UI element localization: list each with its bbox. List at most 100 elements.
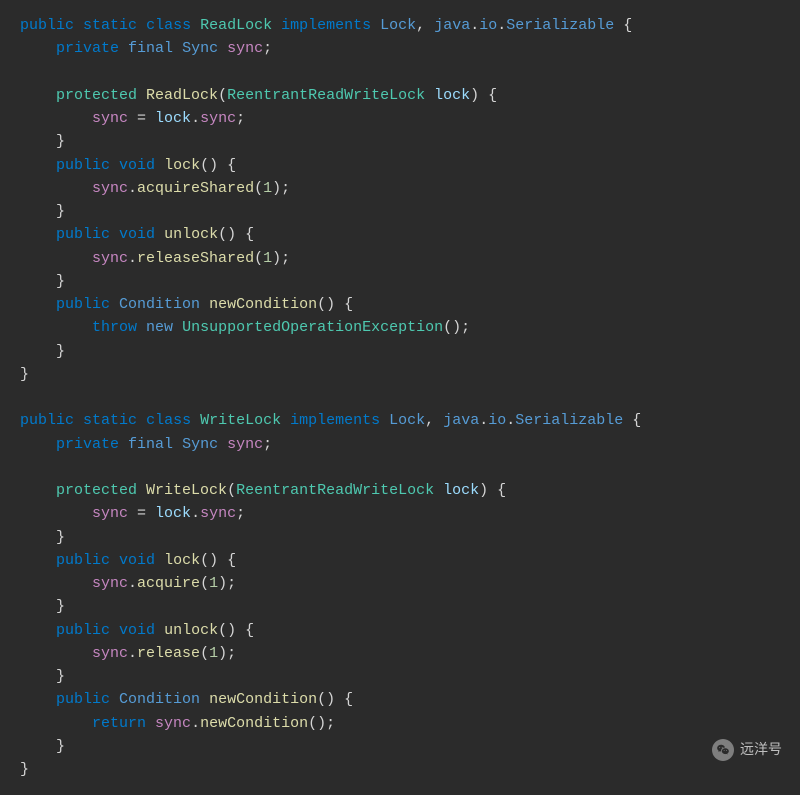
code-token: = — [128, 110, 155, 127]
code-token: ReadLock — [146, 87, 218, 104]
code-token: () { — [317, 691, 353, 708]
code-token — [110, 622, 119, 639]
code-token: newCondition — [209, 296, 317, 313]
code-token: releaseShared — [137, 250, 254, 267]
code-token: public — [20, 17, 74, 34]
code-token: public — [20, 412, 74, 429]
code-token: public — [56, 296, 110, 313]
code-token — [20, 482, 56, 499]
code-token: void — [119, 226, 155, 243]
code-token: } — [20, 366, 29, 383]
code-token: . — [191, 715, 200, 732]
code-token — [20, 575, 92, 592]
code-token — [110, 691, 119, 708]
code-token — [20, 40, 56, 57]
code-token — [20, 157, 56, 174]
code-token: void — [119, 552, 155, 569]
code-token: static — [83, 412, 137, 429]
code-token — [425, 87, 434, 104]
code-token: Condition — [119, 296, 200, 313]
code-token: ( — [254, 250, 263, 267]
code-token: lock — [443, 482, 479, 499]
code-token: ); — [272, 250, 290, 267]
code-token: protected — [56, 87, 137, 104]
code-token: ); — [218, 575, 236, 592]
code-token: protected — [56, 482, 137, 499]
code-token: . — [128, 645, 137, 662]
code-token — [74, 412, 83, 429]
code-token: } — [20, 738, 65, 755]
wechat-icon — [712, 739, 734, 761]
code-token: (); — [308, 715, 335, 732]
code-token: { — [623, 412, 641, 429]
code-token — [155, 226, 164, 243]
code-token: public — [56, 226, 110, 243]
code-token — [218, 40, 227, 57]
code-token — [20, 296, 56, 313]
code-token — [119, 40, 128, 57]
code-token — [20, 250, 92, 267]
code-token — [110, 157, 119, 174]
code-token: throw — [92, 319, 137, 336]
code-token: , — [416, 17, 434, 34]
code-token: WriteLock — [146, 482, 227, 499]
code-token — [272, 17, 281, 34]
code-token: { — [614, 17, 632, 34]
code-token: . — [506, 412, 515, 429]
code-token: sync — [227, 40, 263, 57]
code-token: lock — [434, 87, 470, 104]
code-token — [137, 482, 146, 499]
code-token: Serializable — [506, 17, 614, 34]
code-token: , — [425, 412, 443, 429]
code-token: sync — [92, 645, 128, 662]
code-token — [20, 436, 56, 453]
code-token — [173, 436, 182, 453]
code-token: ); — [272, 180, 290, 197]
code-token — [434, 482, 443, 499]
code-token: java — [434, 17, 470, 34]
code-token — [20, 505, 92, 522]
code-token: ReentrantReadWriteLock — [236, 482, 434, 499]
code-token: sync — [92, 180, 128, 197]
code-token: = — [128, 505, 155, 522]
code-token: newCondition — [200, 715, 308, 732]
code-token: unlock — [164, 622, 218, 639]
watermark: 远洋号 — [712, 739, 782, 761]
code-token: () { — [200, 157, 236, 174]
code-token: WriteLock — [200, 412, 281, 429]
code-token — [191, 412, 200, 429]
code-token: new — [146, 319, 173, 336]
code-token: ; — [236, 110, 245, 127]
code-token: io — [479, 17, 497, 34]
code-token: 1 — [263, 250, 272, 267]
code-token: release — [137, 645, 200, 662]
code-token — [110, 296, 119, 313]
code-token: } — [20, 668, 65, 685]
code-token — [20, 226, 56, 243]
code-token: sync — [92, 505, 128, 522]
code-token: lock — [155, 505, 191, 522]
code-token: Sync — [182, 40, 218, 57]
code-token: final — [128, 436, 173, 453]
code-token: sync — [92, 575, 128, 592]
code-token — [137, 17, 146, 34]
code-token: } — [20, 598, 65, 615]
code-token: private — [56, 436, 119, 453]
code-token: Condition — [119, 691, 200, 708]
code-token — [20, 319, 92, 336]
code-token: . — [191, 110, 200, 127]
code-token — [20, 552, 56, 569]
code-token: ( — [254, 180, 263, 197]
code-token: Serializable — [515, 412, 623, 429]
code-token: implements — [281, 17, 371, 34]
code-token: return — [92, 715, 146, 732]
code-token: sync — [92, 110, 128, 127]
code-token — [20, 622, 56, 639]
code-token: class — [146, 17, 191, 34]
code-token — [155, 622, 164, 639]
code-block: public static class ReadLock implements … — [0, 0, 800, 795]
code-token: 1 — [209, 645, 218, 662]
code-token: } — [20, 203, 65, 220]
code-token: ReadLock — [200, 17, 272, 34]
code-token: public — [56, 622, 110, 639]
